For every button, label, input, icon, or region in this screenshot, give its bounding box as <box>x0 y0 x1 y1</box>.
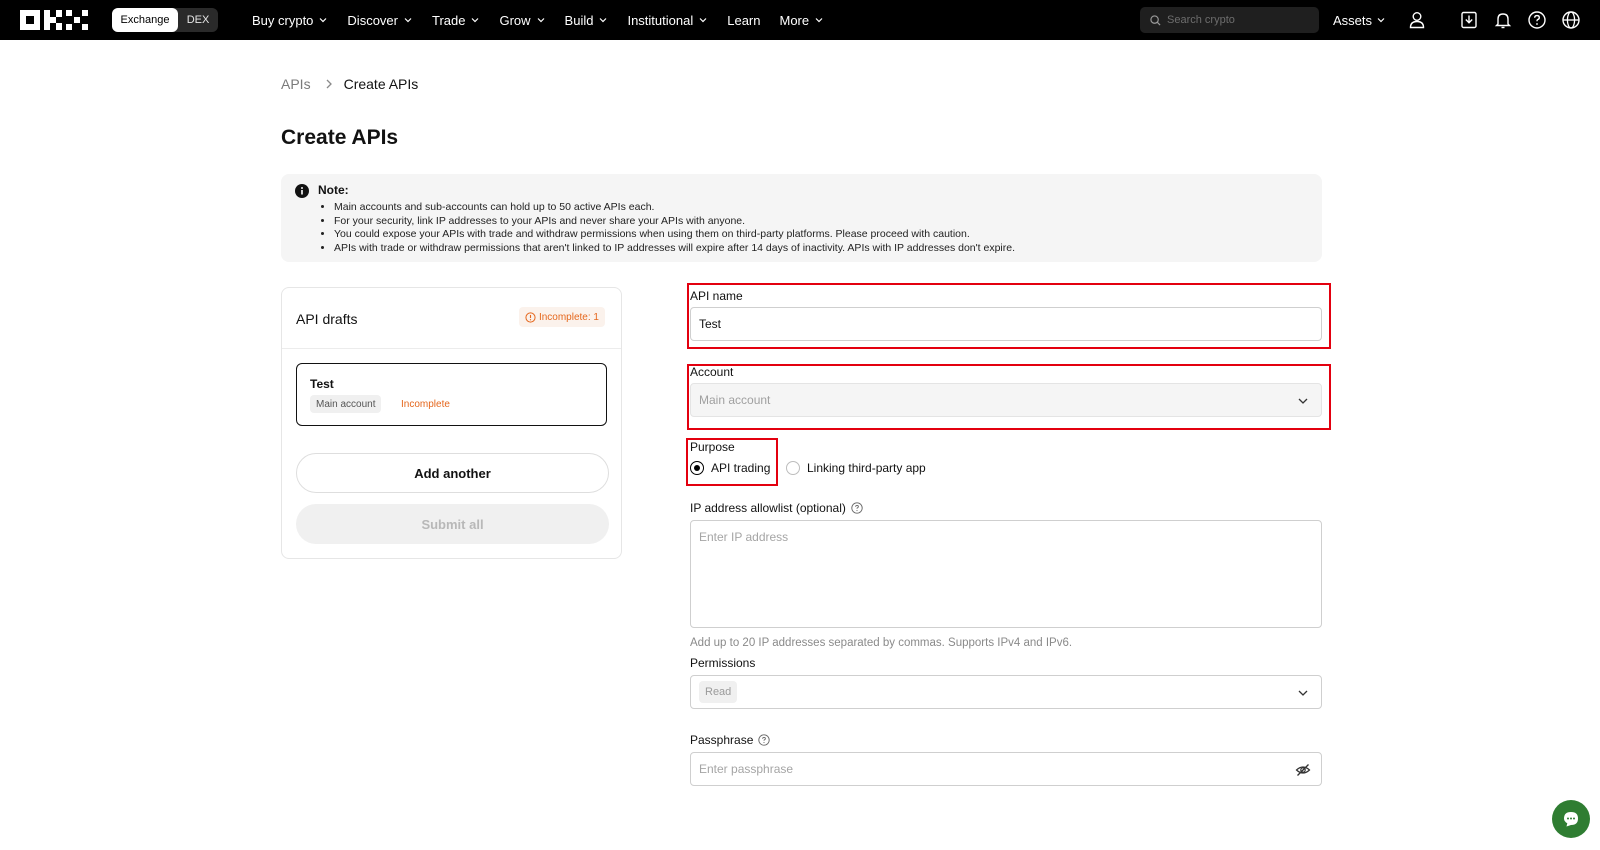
nav-item-label: Discover <box>347 12 398 28</box>
incomplete-badge: Incomplete: 1 <box>518 307 605 327</box>
drafts-header: API drafts Incomplete: 1 <box>282 288 621 349</box>
nav-item-discover[interactable]: Discover <box>347 0 422 40</box>
ip-allowlist-textarea-wrap <box>690 520 1322 628</box>
ip-allowlist-input[interactable] <box>691 521 1321 627</box>
ip-allowlist-label-text: IP address allowlist (optional) <box>690 501 846 515</box>
submit-all-button[interactable]: Submit all <box>296 504 609 544</box>
nav-item-label: Institutional <box>627 12 694 28</box>
nav-item-label: Learn <box>727 12 761 28</box>
permission-tag-read: Read <box>699 681 738 703</box>
nav-item-build[interactable]: Build <box>565 0 618 40</box>
nav-item-label: Build <box>564 12 594 28</box>
purpose-label: Purpose <box>690 440 735 454</box>
chevron-down-icon <box>1298 398 1308 404</box>
chevron-down-icon <box>600 18 607 23</box>
nav-item-label: Trade <box>432 12 466 28</box>
exchange-dex-toggle: Exchange DEX <box>112 8 218 32</box>
account-select-value: Main account <box>699 393 771 407</box>
help-icon[interactable] <box>758 734 771 746</box>
chevron-down-icon <box>319 18 327 23</box>
radio-api-trading-label: API trading <box>711 461 771 475</box>
api-name-label: API name <box>690 289 743 303</box>
radio-api-trading[interactable]: API trading <box>690 461 770 475</box>
breadcrumb-apis-link[interactable]: APIs <box>281 76 311 92</box>
add-another-button[interactable]: Add another <box>296 453 609 493</box>
api-name-field[interactable] <box>690 307 1322 341</box>
draft-account-tag: Main account <box>310 395 382 413</box>
drafts-title: API drafts <box>296 311 358 327</box>
note-item: You could expose your APIs with trade an… <box>334 228 1015 242</box>
radio-unchecked-icon <box>786 461 800 475</box>
note-title: Note: <box>318 183 349 197</box>
okx-logo-icon <box>20 10 88 30</box>
nav-item-institutional[interactable]: Institutional <box>627 0 717 40</box>
radio-linking-third-party-label: Linking third-party app <box>807 461 926 475</box>
passphrase-label: Passphrase <box>690 733 771 747</box>
user-icon[interactable] <box>1407 10 1427 30</box>
nav-item-label: Grow <box>499 12 531 28</box>
okx-logo[interactable] <box>20 10 88 30</box>
account-select[interactable]: Main account <box>690 383 1322 417</box>
help-icon[interactable] <box>851 502 863 514</box>
nav-item-more[interactable]: More <box>779 0 833 40</box>
note-panel: Note: Main accounts and sub-accounts can… <box>281 174 1322 262</box>
breadcrumb: APIs Create APIs <box>281 76 418 92</box>
assets-menu[interactable]: Assets <box>1333 0 1386 40</box>
chevron-down-icon <box>699 18 707 23</box>
ip-allowlist-label: IP address allowlist (optional) <box>690 501 863 515</box>
search-box[interactable] <box>1140 7 1319 33</box>
globe-icon[interactable] <box>1561 10 1581 30</box>
warning-circle-icon <box>525 311 536 323</box>
help-icon[interactable] <box>1527 10 1547 30</box>
nav-item-label: More <box>779 12 810 28</box>
ip-allowlist-hint: Add up to 20 IP addresses separated by c… <box>690 637 1073 649</box>
page-title: Create APIs <box>281 126 399 149</box>
account-label: Account <box>690 365 734 379</box>
breadcrumb-current: Create APIs <box>343 76 419 92</box>
chat-icon <box>1564 812 1578 827</box>
chevron-down-icon <box>472 18 479 23</box>
note-item: Main accounts and sub-accounts can hold … <box>334 201 1015 215</box>
nav-item-learn[interactable]: Learn <box>727 0 769 40</box>
api-drafts-card: API drafts Incomplete: 1 Test Main accou… <box>281 287 622 559</box>
eye-off-icon[interactable] <box>1295 762 1311 778</box>
incomplete-badge-text: Incomplete: 1 <box>538 311 599 323</box>
note-item: For your security, link IP addresses to … <box>334 215 1015 229</box>
draft-status: Incomplete <box>401 398 450 410</box>
assets-label: Assets <box>1333 12 1373 28</box>
top-nav: Exchange DEX Buy crypto Discover Trade Grow… <box>0 0 1600 40</box>
permissions-select[interactable]: Read <box>690 675 1322 709</box>
permissions-label: Permissions <box>690 656 756 670</box>
bell-icon[interactable] <box>1493 10 1513 30</box>
info-icon <box>295 184 309 198</box>
search-input[interactable] <box>1167 14 1307 26</box>
nav-item-trade[interactable]: Trade <box>432 0 489 40</box>
chevron-down-icon <box>404 18 412 23</box>
radio-checked-icon <box>690 461 704 475</box>
chevron-down-icon <box>1298 690 1308 696</box>
chevron-down-icon <box>815 18 823 23</box>
search-icon <box>1150 14 1161 26</box>
passphrase-input[interactable] <box>699 762 1269 776</box>
passphrase-field[interactable] <box>690 752 1322 786</box>
passphrase-label-text: Passphrase <box>690 733 754 747</box>
draft-name: Test <box>310 377 334 391</box>
main-menu: Buy crypto Discover Trade Grow Build Institut… <box>252 0 843 40</box>
chevron-down-icon <box>537 18 544 23</box>
radio-linking-third-party[interactable]: Linking third-party app <box>786 461 926 475</box>
draft-item[interactable]: Test Main account Incomplete <box>296 363 607 426</box>
api-name-input[interactable] <box>699 317 1269 331</box>
toggle-dex[interactable]: DEX <box>178 8 218 32</box>
chevron-down-icon <box>1377 18 1385 23</box>
toggle-exchange[interactable]: Exchange <box>112 8 178 32</box>
note-list: Main accounts and sub-accounts can hold … <box>334 201 1015 255</box>
chevron-right-icon <box>326 79 332 89</box>
note-item: APIs with trade or withdraw permissions … <box>334 242 1015 256</box>
download-icon[interactable] <box>1459 10 1479 30</box>
nav-item-grow[interactable]: Grow <box>499 0 554 40</box>
chat-support-button[interactable] <box>1552 800 1590 838</box>
nav-item-buy-crypto[interactable]: Buy crypto <box>252 0 337 40</box>
nav-item-label: Buy crypto <box>252 12 314 28</box>
